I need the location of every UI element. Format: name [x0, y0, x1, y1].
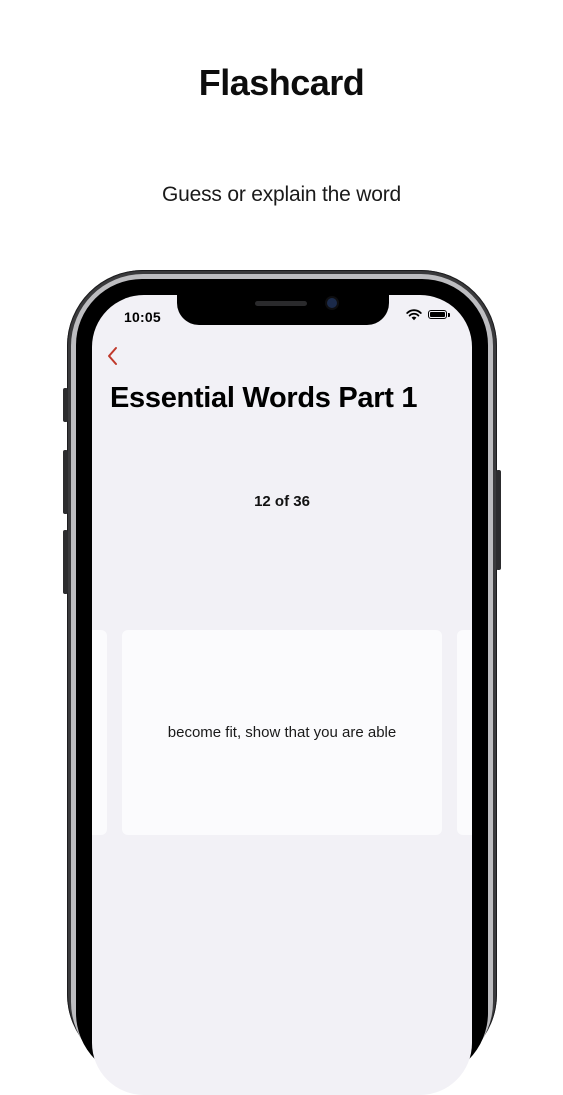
volume-down-button — [63, 530, 68, 594]
flashcard[interactable]: become fit, show that you are able — [122, 630, 442, 835]
chevron-left-icon — [108, 347, 117, 365]
status-time: 10:05 — [124, 309, 161, 325]
card-definition: become fit, show that you are able — [167, 724, 397, 741]
notch — [177, 295, 389, 325]
silent-switch — [63, 388, 68, 422]
speaker-grille — [255, 301, 307, 306]
front-camera — [327, 298, 337, 308]
progress-label: 12 of 36 — [254, 493, 310, 510]
wifi-icon — [406, 309, 422, 321]
deck-title: Essential Words Part 1 — [110, 382, 418, 414]
volume-up-button — [63, 450, 68, 514]
back-button[interactable] — [100, 343, 124, 369]
phone-screen: 10:05 Essential Words Part 1 12 of 36 be… — [92, 295, 472, 1095]
promo-subtitle: Guess or explain the word — [162, 183, 401, 206]
promo-title: Flashcard — [198, 62, 365, 103]
next-card[interactable] — [457, 630, 472, 835]
power-button — [496, 470, 501, 570]
previous-card[interactable] — [92, 630, 107, 835]
battery-icon — [428, 310, 450, 319]
